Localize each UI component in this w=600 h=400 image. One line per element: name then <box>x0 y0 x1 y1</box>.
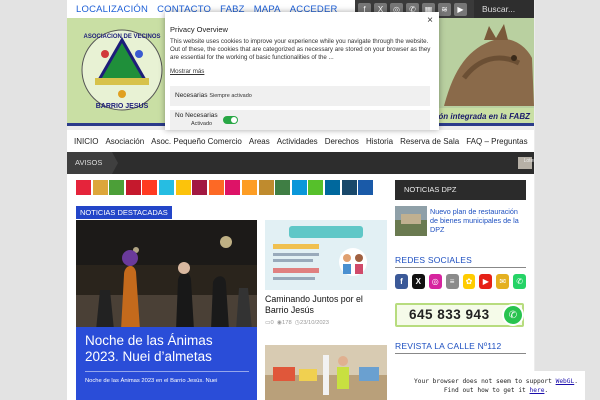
sdg-goal-icon[interactable] <box>125 180 141 195</box>
menu-item-pequeno-comercio[interactable]: Asoc. Pequeño Comercio <box>151 137 242 146</box>
social-network-icon[interactable]: ◎ <box>428 274 442 289</box>
sdg-goal-icon[interactable] <box>225 180 241 195</box>
sdg-goal-icon[interactable] <box>175 180 191 195</box>
nav-link-localizacion[interactable]: LOCALIZACIÓN <box>76 4 148 15</box>
sdg-goal-icon[interactable] <box>192 180 208 195</box>
menu-item-derechos[interactable]: Derechos <box>325 137 359 146</box>
sdg-goal-icon[interactable] <box>109 180 125 195</box>
news-card-meta: ▭0 ◉178 ◷23/10/2023 <box>265 320 387 326</box>
news-card-image[interactable] <box>265 220 387 290</box>
menu-item-asociacion[interactable]: Asociación <box>105 137 144 146</box>
sdg-goal-icon[interactable] <box>208 180 224 195</box>
dragon-sculpture-image <box>424 18 534 108</box>
sdg-goal-icon[interactable] <box>258 180 274 195</box>
webgl-notice: Your browser does not seem to support We… <box>407 371 585 400</box>
news-card-title[interactable]: Caminando Juntos por el Barrio Jesús <box>265 294 387 316</box>
dpz-news-item[interactable]: Nuevo plan de restauración de bienes mun… <box>395 206 526 238</box>
avisos-label: AVISOS <box>67 152 118 174</box>
social-icons-row: f X ◎ ≡ ✿ ▶ ✉ ✆ <box>395 274 526 289</box>
noticias-dpz-header: NOTICIAS DPZ <box>395 180 526 200</box>
nonnecessary-status: Activado <box>191 121 213 127</box>
news-card-image-2[interactable] <box>265 345 387 400</box>
featured-title[interactable]: Noche de las Ánimas 2023. Nuei d’almetas <box>85 333 248 365</box>
webgl-line2-post: . <box>544 387 549 394</box>
revista-title: REVISTA LA CALLE Nº112 <box>395 341 526 354</box>
webgl-here-link[interactable]: here <box>530 387 545 394</box>
menu-item-reserva-sala[interactable]: Reserva de Sala <box>400 137 459 146</box>
privacy-title: Privacy Overview <box>170 25 228 34</box>
social-network-icon[interactable]: ✉ <box>496 274 510 289</box>
sdg-goal-icon[interactable] <box>158 180 174 195</box>
featured-divider <box>85 371 249 372</box>
sdg-goal-icon[interactable] <box>291 180 307 195</box>
social-network-icon[interactable]: ✆ <box>513 274 526 289</box>
sdg-goal-icon[interactable] <box>142 180 158 195</box>
featured-article[interactable]: Noche de las Ánimas 2023. Nuei d’almetas… <box>76 220 257 400</box>
rss-icon[interactable]: ≋ <box>438 2 451 16</box>
left-background-band <box>0 0 67 400</box>
whatsapp-icon[interactable]: ✆ <box>502 304 524 326</box>
social-network-icon[interactable]: X <box>411 274 425 289</box>
phone-banner[interactable]: 645 833 943 ✆ <box>395 303 524 327</box>
featured-photo[interactable] <box>76 220 257 330</box>
featured-excerpt: Noche de las Ánimas 2023 en el Barrio Je… <box>85 378 218 384</box>
sdg-goal-icon[interactable] <box>275 180 291 195</box>
svg-text:BARRIO JESUS: BARRIO JESUS <box>96 103 149 110</box>
dpz-news-thumbnail[interactable] <box>395 206 427 236</box>
nonnecessary-cookies-row[interactable]: No Necesarias Activado <box>170 110 430 130</box>
redes-sociales-title: REDES SOCIALES <box>395 255 526 268</box>
youtube-icon[interactable]: ▶ <box>454 2 467 16</box>
ticker-text[interactable]: Loter <box>524 158 535 164</box>
necessary-status: Siempre activado <box>209 93 252 99</box>
social-network-icon[interactable]: ≡ <box>445 274 459 289</box>
sdg-goal-icon[interactable] <box>324 180 340 195</box>
sidebar: NOTICIAS DPZ Nuevo plan de restauración … <box>395 180 526 354</box>
right-background-band <box>535 0 600 400</box>
webgl-line1-post: . <box>574 378 578 385</box>
association-logo[interactable]: BARRIO JESUS ASOCIACION DE VECINOS <box>81 28 163 114</box>
section-tag-destacadas: NOTICIAS DESTACADAS <box>76 206 172 219</box>
news-card[interactable]: Caminando Juntos por el Barrio Jesús ▭0 … <box>265 220 387 326</box>
social-network-icon[interactable]: ▶ <box>479 274 493 289</box>
main-menu: INICIO Asociación Asoc. Pequeño Comercio… <box>67 130 534 152</box>
sdg-goal-icon[interactable] <box>358 180 374 195</box>
sdg-goal-icon[interactable] <box>92 180 108 195</box>
nonnecessary-toggle[interactable] <box>223 116 238 124</box>
svg-text:ASOCIACION DE VECINOS: ASOCIACION DE VECINOS <box>83 34 160 40</box>
social-network-icon[interactable]: f <box>395 274 408 289</box>
sdg-icons-row <box>76 180 374 195</box>
necessary-cookies-row[interactable]: Necesarias Siempre activado <box>170 86 430 106</box>
sdg-goal-icon[interactable] <box>241 180 257 195</box>
privacy-popup: × Privacy Overview This website uses coo… <box>165 12 439 130</box>
menu-item-historia[interactable]: Historia <box>366 137 393 146</box>
dpz-news-title[interactable]: Nuevo plan de restauración de bienes mun… <box>430 207 526 235</box>
post-date: 23/10/2023 <box>299 320 329 326</box>
menu-item-actividades[interactable]: Actividades <box>277 137 318 146</box>
featured-overlay: Noche de las Ánimas 2023. Nuei d’almetas… <box>76 327 257 400</box>
privacy-body: This website uses cookies to improve you… <box>170 38 431 62</box>
comments-count: 0 <box>270 320 274 326</box>
avisos-bar: AVISOS Loter <box>67 152 535 174</box>
menu-item-areas[interactable]: Areas <box>249 137 270 146</box>
phone-number[interactable]: 645 833 943 <box>409 307 490 322</box>
sdg-goal-icon[interactable] <box>76 180 91 195</box>
webgl-line1-pre: Your browser does not seem to support <box>414 378 556 385</box>
webgl-line2-pre: Find out how to get it <box>443 387 530 394</box>
webgl-link[interactable]: WebGL <box>556 378 575 385</box>
sdg-goal-icon[interactable] <box>308 180 324 195</box>
social-network-icon[interactable]: ✿ <box>462 274 476 289</box>
sdg-goal-icon[interactable] <box>341 180 357 195</box>
menu-item-faq[interactable]: FAQ – Preguntas <box>466 137 527 146</box>
caminando-juntos-poster <box>265 220 387 290</box>
search-input[interactable]: Buscar... <box>474 0 534 18</box>
market-stall-photo <box>265 345 387 400</box>
main-content: NOTICIAS DESTACADAS Noche de las Ánimas … <box>67 174 534 400</box>
necessary-label: Necesarias <box>175 92 208 99</box>
views-count: 178 <box>282 320 292 326</box>
menu-item-inicio[interactable]: INICIO <box>74 137 98 146</box>
close-icon[interactable]: × <box>427 15 433 26</box>
show-more-link[interactable]: Mostrar más <box>170 68 435 75</box>
